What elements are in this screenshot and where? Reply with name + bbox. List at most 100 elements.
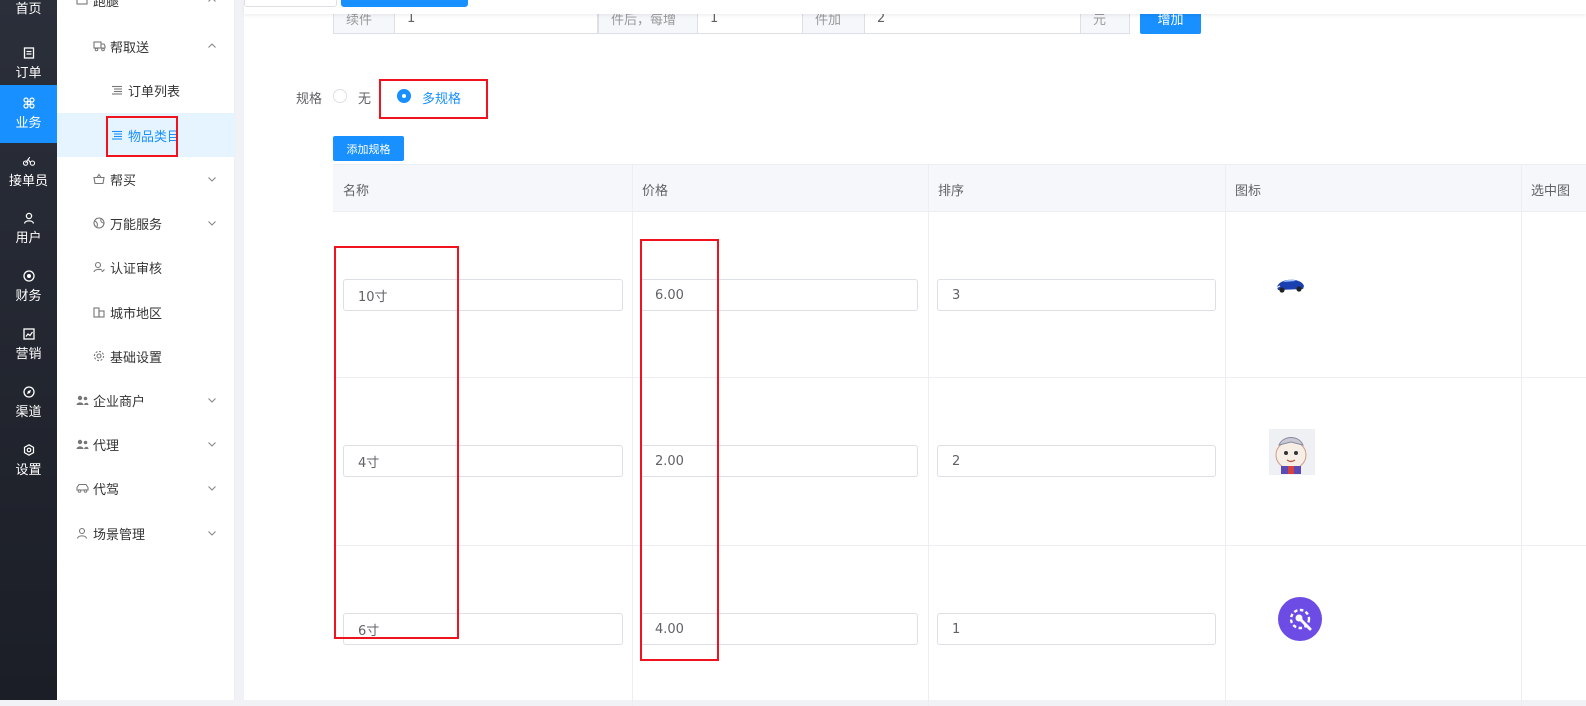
menu-item-basic-settings[interactable]: 基础设置 xyxy=(57,334,235,378)
city-icon xyxy=(92,305,106,319)
users-icon xyxy=(75,393,89,407)
table-cell xyxy=(1225,378,1522,545)
car-icon xyxy=(75,481,89,495)
compass-icon xyxy=(22,386,35,398)
ultraman-cartoon-icon[interactable] xyxy=(1269,429,1315,475)
command-icon xyxy=(22,97,35,109)
rail-item-label: 财务 xyxy=(15,289,42,304)
highlight-annotation xyxy=(379,79,488,119)
menu-item-city-region[interactable]: 城市地区 xyxy=(57,290,235,334)
user-icon xyxy=(75,526,89,540)
blue-car-icon[interactable] xyxy=(1267,261,1313,307)
table-cell xyxy=(1521,378,1586,545)
user-check-icon xyxy=(92,260,106,274)
bike-icon xyxy=(22,155,35,167)
menu-item-label: 跑腿 xyxy=(93,0,120,10)
menu-item-buy-for-me[interactable]: 帮买 xyxy=(57,157,235,201)
errand-icon xyxy=(75,0,89,7)
spec-sort-input[interactable]: 3 xyxy=(937,279,1216,311)
table-cell xyxy=(1521,546,1586,706)
list-icon xyxy=(110,83,124,97)
chart-icon xyxy=(22,328,35,340)
highlight-annotation xyxy=(640,239,719,661)
spec-radio-none[interactable] xyxy=(333,89,347,103)
menu-item-label: 帮买 xyxy=(110,173,137,189)
chevron-down-icon xyxy=(207,217,217,227)
spec-sort-input[interactable]: 2 xyxy=(937,445,1216,477)
chevron-up-icon xyxy=(207,40,217,50)
rail-item-label: 设置 xyxy=(15,463,42,478)
gear-icon xyxy=(92,349,106,363)
menu-item-label: 基础设置 xyxy=(110,350,163,366)
top-secondary-button[interactable] xyxy=(244,0,337,7)
rail-item-settings[interactable]: 设置 xyxy=(0,432,57,490)
rail-item-finance[interactable]: 财务 xyxy=(0,258,57,316)
users-icon xyxy=(75,437,89,451)
rail-item-label: 渠道 xyxy=(15,405,42,420)
chevron-down-icon xyxy=(207,394,217,404)
top-primary-button[interactable] xyxy=(341,0,468,7)
menu-item-enterprise-merchants[interactable]: 企业商户 xyxy=(57,378,235,422)
menu-item-agents[interactable]: 代理 xyxy=(57,422,235,466)
delivery-icon xyxy=(92,39,106,53)
spec-radio-none-label[interactable]: 无 xyxy=(358,88,371,107)
menu-item-scene-management[interactable]: 场景管理 xyxy=(57,511,235,555)
rail-item-channels[interactable]: 渠道 xyxy=(0,374,57,432)
menu-item-order-list[interactable]: 订单列表 xyxy=(57,68,235,112)
table-cell xyxy=(1225,212,1522,377)
chevron-down-icon xyxy=(207,527,217,537)
purple-tool-icon[interactable] xyxy=(1277,596,1323,642)
rail-item-business[interactable]: 业务 xyxy=(0,85,57,143)
menu-item-designated-driver[interactable]: 代驾 xyxy=(57,466,235,510)
chevron-down-icon xyxy=(207,438,217,448)
rail-item-label: 订单 xyxy=(15,66,42,81)
menu-item-universal-service[interactable]: 万能服务 xyxy=(57,201,235,245)
table-row: 4寸 2.00 2 xyxy=(333,378,1586,546)
menu-item-verification[interactable]: 认证审核 xyxy=(57,245,235,289)
menu-item-label: 认证审核 xyxy=(110,261,163,277)
chevron-up-icon xyxy=(207,0,217,4)
table-cell: 1 xyxy=(928,546,1226,706)
table-header: 名称 价格 排序 图标 选中图 xyxy=(333,164,1586,213)
menu-item-label: 帮取送 xyxy=(110,40,150,56)
menu-item-label: 场景管理 xyxy=(93,527,146,543)
chevron-down-icon xyxy=(207,173,217,183)
input-value: 2 xyxy=(952,453,961,469)
rail-item-label: 接单员 xyxy=(8,174,48,189)
highlight-annotation xyxy=(106,116,178,157)
table-cell xyxy=(1521,212,1586,377)
table-row: 10寸 6.00 3 xyxy=(333,212,1586,378)
globe-icon xyxy=(92,216,106,230)
main-content: 续件 1 件后，每增 1 件加 2 元 增加 规格 无 多规格 添加规格 名称 … xyxy=(244,0,1586,706)
rail-item-marketing[interactable]: 营销 xyxy=(0,316,57,374)
input-value: 1 xyxy=(952,621,961,637)
rail-item-label: 首页 xyxy=(15,1,42,17)
rail-item-users[interactable]: 用户 xyxy=(0,200,57,258)
order-icon xyxy=(23,47,35,59)
rail-item-label: 业务 xyxy=(15,116,42,131)
rail-item-riders[interactable]: 接单员 xyxy=(0,143,57,201)
table-row: 6寸 4.00 1 xyxy=(333,546,1586,706)
menu-item-label: 订单列表 xyxy=(128,84,181,100)
rail-item-label: 营销 xyxy=(15,347,42,362)
table-cell xyxy=(1225,546,1522,706)
menu-item-label: 万能服务 xyxy=(110,217,163,233)
menu-item-label: 企业商户 xyxy=(93,394,146,410)
menu-item-label: 代理 xyxy=(93,438,120,454)
add-spec-button[interactable]: 添加规格 xyxy=(333,136,404,161)
column-header-name: 名称 xyxy=(333,165,633,213)
basket-icon xyxy=(92,172,106,186)
spec-table: 名称 价格 排序 图标 选中图 10寸 6.00 3 4寸 2.00 2 6寸 … xyxy=(333,164,1586,706)
table-cell: 3 xyxy=(928,212,1226,377)
rail-item-home[interactable]: 首页 xyxy=(0,0,57,36)
input-value: 3 xyxy=(952,287,961,303)
menu-item-delivery[interactable]: 帮取送 xyxy=(57,24,235,68)
menu-item-errand[interactable]: 跑腿 xyxy=(57,0,235,22)
finance-icon xyxy=(22,270,35,282)
top-action-bar xyxy=(244,0,1586,14)
menu-item-label: 城市地区 xyxy=(110,306,163,322)
spec-sort-input[interactable]: 1 xyxy=(937,613,1216,645)
table-cell: 2 xyxy=(928,378,1226,545)
column-header-selected-image: 选中图 xyxy=(1531,183,1571,199)
rail-item-label: 用户 xyxy=(15,231,42,246)
